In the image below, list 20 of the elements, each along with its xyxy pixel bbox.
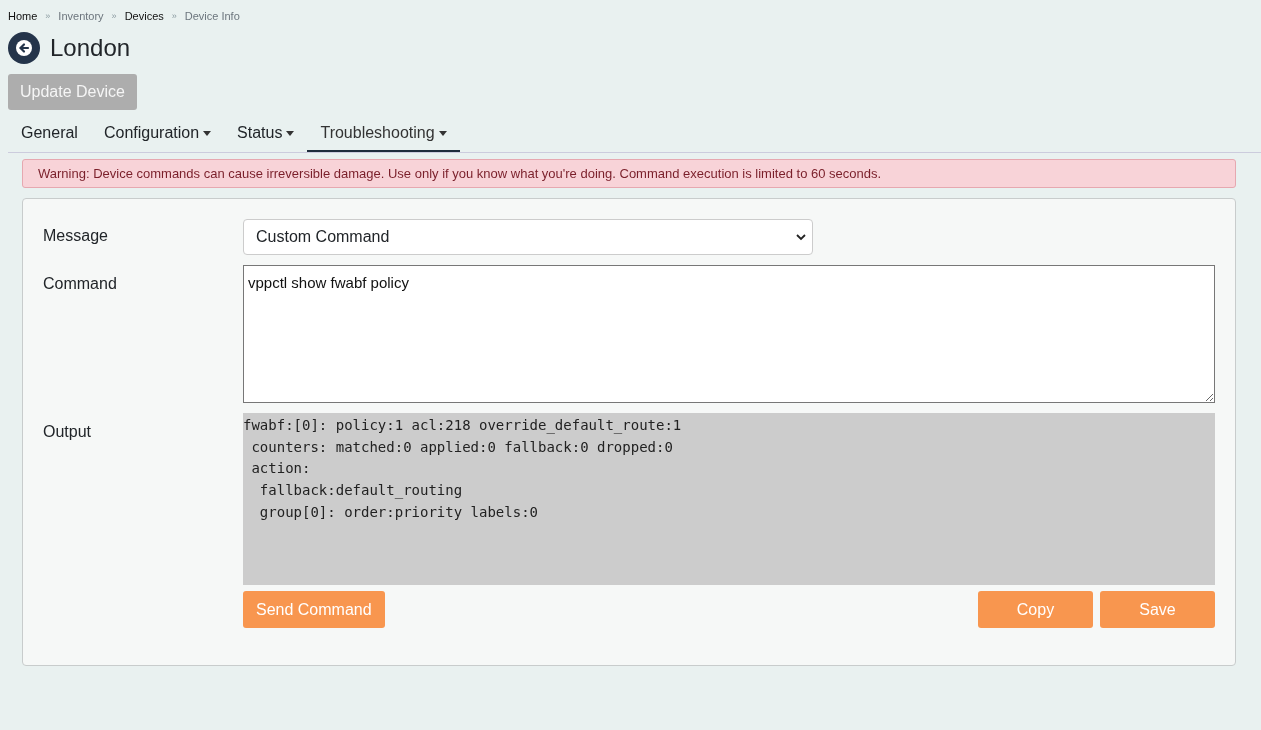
breadcrumb-link[interactable]: Devices	[124, 10, 164, 22]
field-label: Output	[43, 422, 93, 442]
field-label: Message	[43, 226, 109, 246]
breadcrumb-item: Device Info	[184, 10, 240, 22]
breadcrumb-separator: »	[171, 11, 177, 21]
tab[interactable]: Status	[224, 116, 308, 152]
page-title: London	[50, 34, 131, 62]
field-label: Command	[43, 274, 118, 294]
breadcrumb-separator: »	[111, 11, 117, 21]
tab[interactable]: Configuration	[90, 116, 225, 152]
message-select[interactable]: Custom Command	[243, 219, 813, 255]
breadcrumb-item: Inventory	[58, 10, 104, 22]
breadcrumb-separator: »	[45, 11, 51, 21]
tab[interactable]: Troubleshooting	[307, 116, 460, 152]
command-input[interactable]: vppctl show fwabf policy	[243, 265, 1215, 403]
chevron-down-icon	[796, 233, 806, 241]
warning-alert: Warning: Device commands can cause irreversible damage. Use only if you know what you're doing. Command execution is limited to 60 seconds.	[22, 159, 1236, 188]
tab[interactable]: General	[8, 116, 91, 152]
output-text: fwabf:[0]: policy:1 acl:218 override_default_route:1 counters: matched:0 applied:0 fallback:0 dropped:0 action: fallback:default_routing group[0]: order:priority labels:0	[243, 413, 1215, 585]
breadcrumb-link[interactable]: Home	[8, 10, 38, 22]
